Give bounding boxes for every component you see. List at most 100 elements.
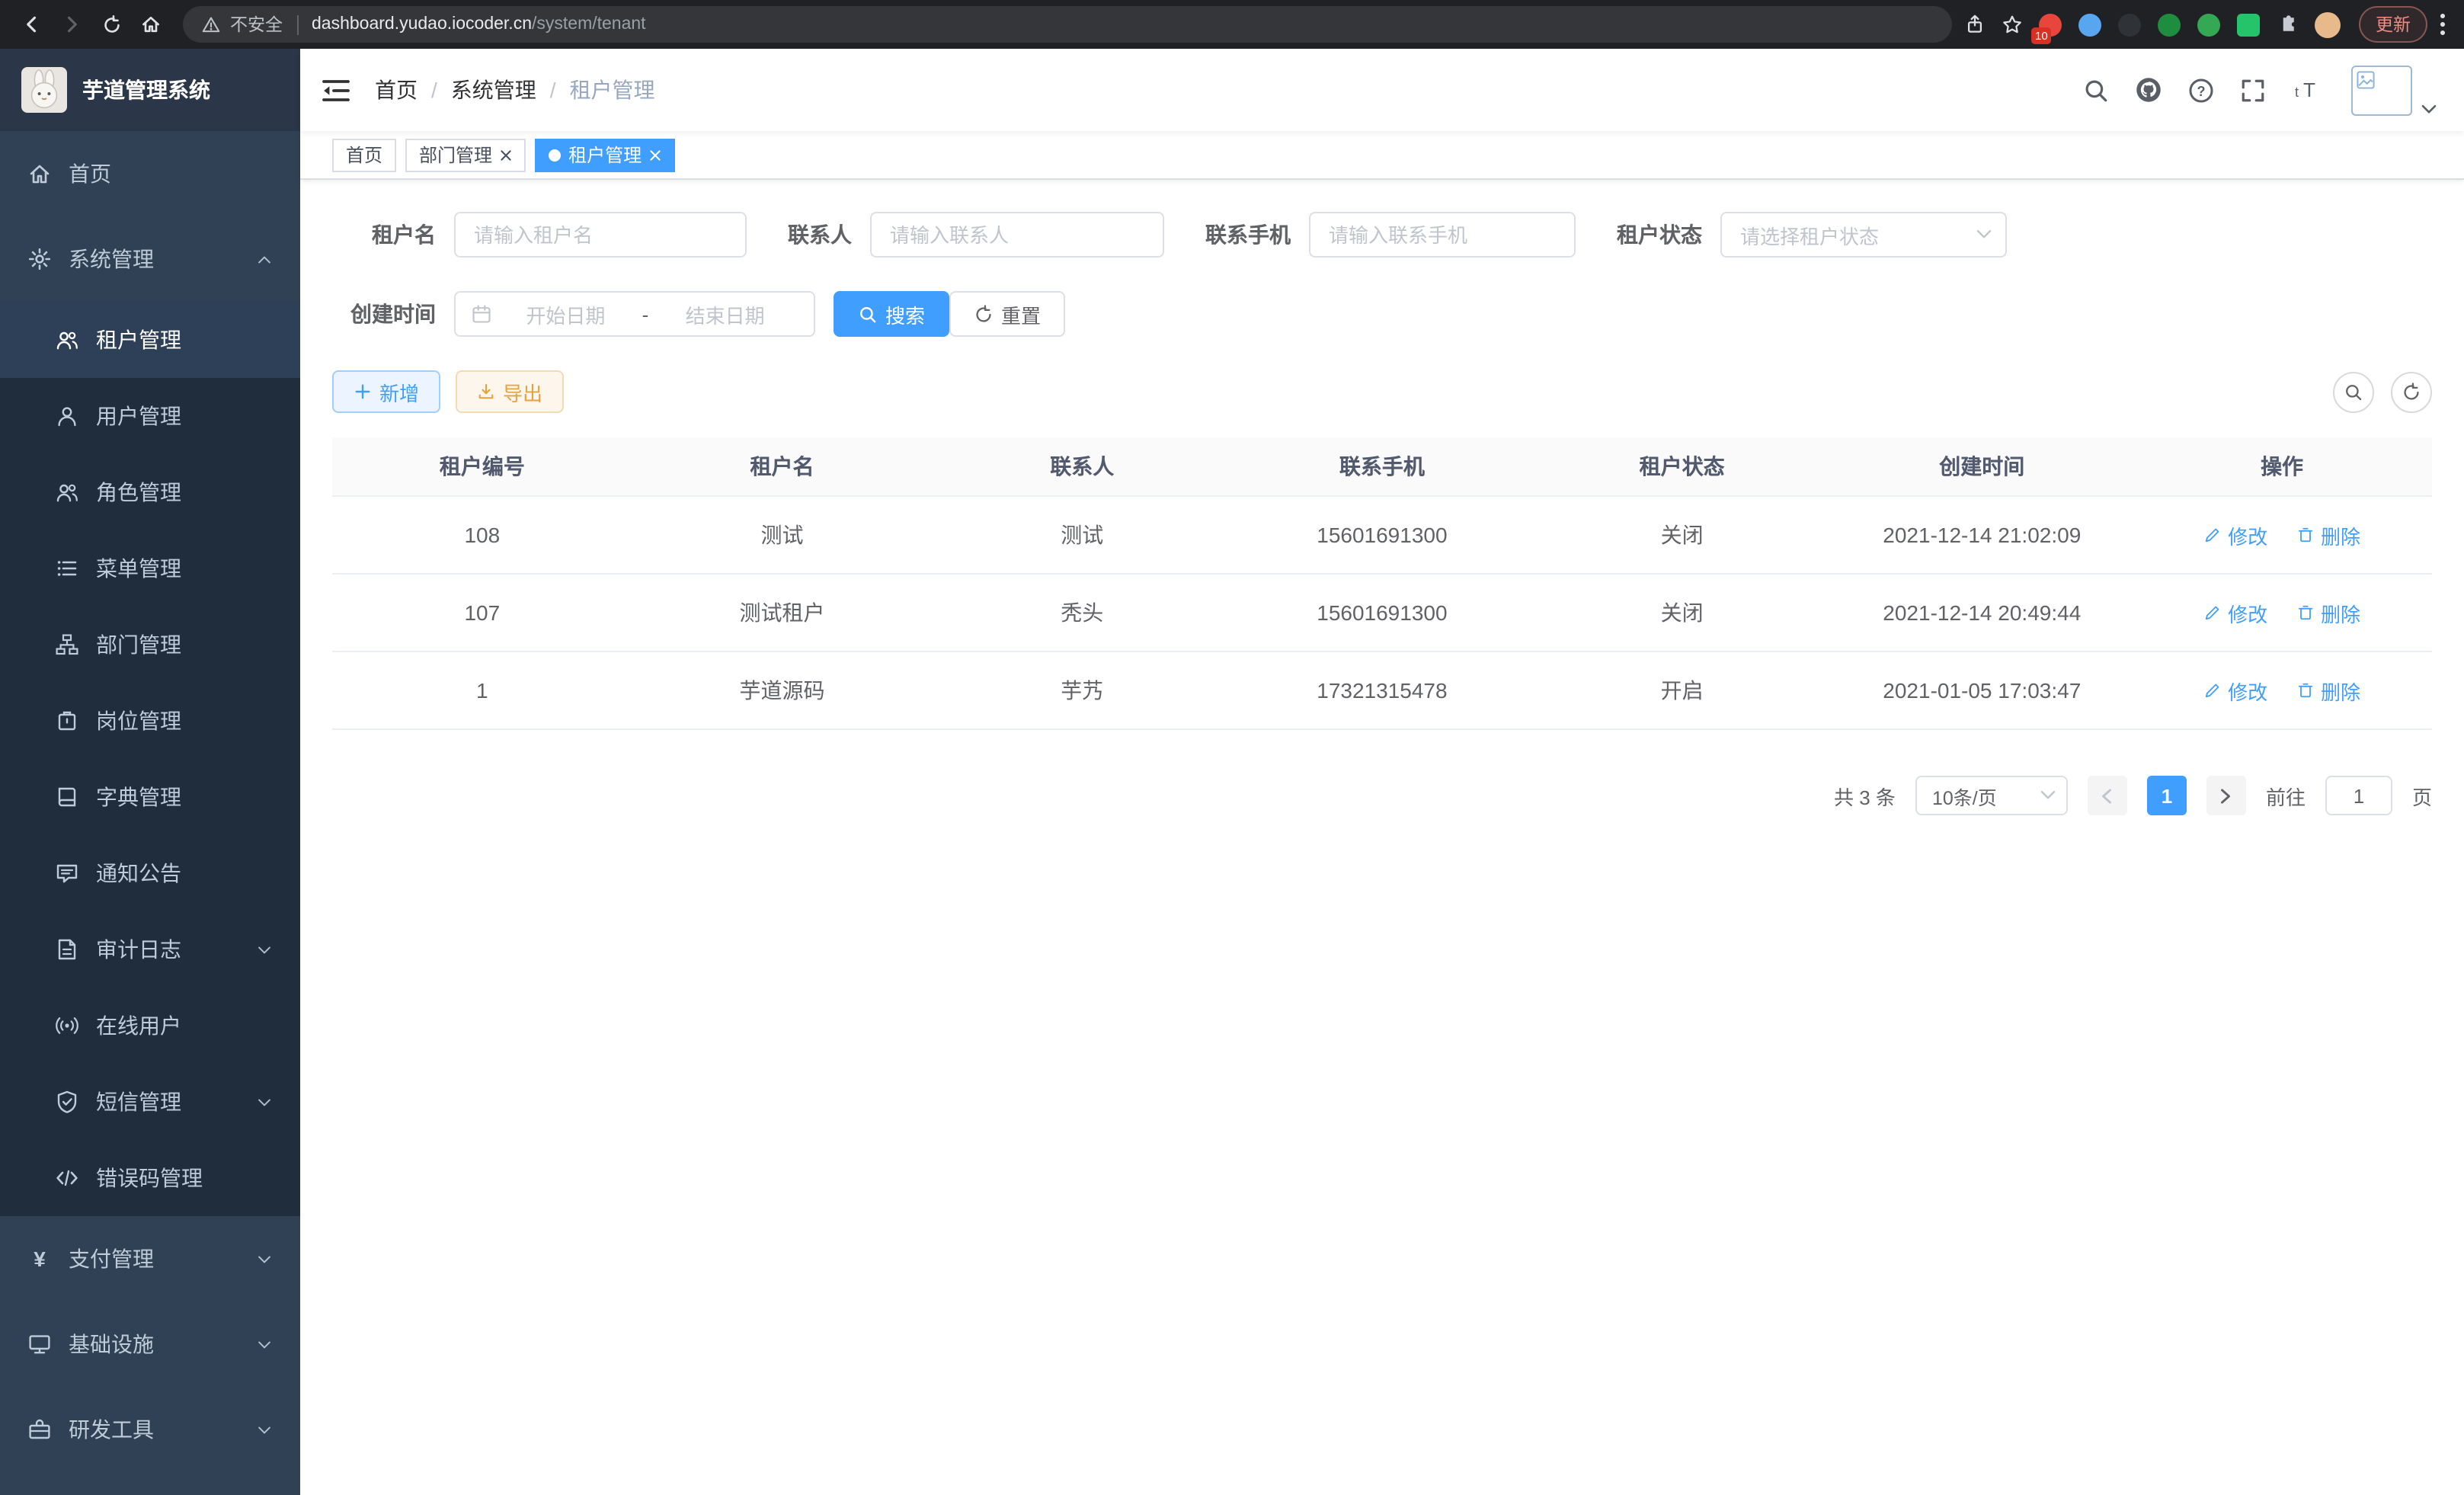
reset-button[interactable]: 重置 <box>949 291 1065 337</box>
sidebar-item-home[interactable]: 首页 <box>0 131 300 216</box>
sidebar-item-label: 错误码管理 <box>96 1163 203 1193</box>
browser-menu-icon[interactable] <box>2434 12 2452 37</box>
export-button[interactable]: 导出 <box>456 370 564 413</box>
page-number-button[interactable]: 1 <box>2147 776 2187 815</box>
edit-button[interactable]: 修改 <box>2203 676 2267 705</box>
sidebar-item-payment[interactable]: ¥ 支付管理 <box>0 1216 300 1301</box>
delete-button[interactable]: 删除 <box>2296 598 2360 627</box>
svg-text:¥: ¥ <box>34 1247 46 1271</box>
profile-avatar[interactable] <box>2315 11 2341 37</box>
tenant-name-input[interactable] <box>454 212 747 258</box>
sidebar-item-label: 通知公告 <box>96 858 181 888</box>
phone-input[interactable] <box>1309 212 1576 258</box>
sidebar-item-user[interactable]: 用户管理 <box>0 378 300 454</box>
browser-forward-button[interactable] <box>52 5 91 44</box>
font-size-icon[interactable]: tT <box>2292 78 2322 102</box>
cell-phone: 15601691300 <box>1232 496 1532 574</box>
svg-text:t: t <box>2295 85 2299 100</box>
address-divider <box>296 14 298 34</box>
cell-name: 测试 <box>632 496 933 574</box>
extension-icon[interactable] <box>2237 13 2260 36</box>
signal-icon <box>55 1013 79 1038</box>
github-icon[interactable] <box>2135 76 2162 104</box>
next-page-button[interactable] <box>2206 776 2246 815</box>
org-tree-icon <box>55 632 79 657</box>
sidebar-item-sms[interactable]: 短信管理 <box>0 1064 300 1140</box>
browser-reload-button[interactable] <box>91 5 131 44</box>
sidebar-item-tenant[interactable]: 租户管理 <box>0 302 300 378</box>
sidebar-item-error-code[interactable]: 错误码管理 <box>0 1140 300 1216</box>
tab-home[interactable]: 首页 <box>332 138 396 171</box>
table-toolbar: 新增 导出 <box>332 370 2432 413</box>
cell-status: 关闭 <box>1532 574 1832 651</box>
sidebar-item-audit-log[interactable]: 审计日志 <box>0 911 300 988</box>
status-select[interactable]: 请选择租户状态 <box>1720 212 2007 258</box>
close-icon[interactable] <box>500 149 512 161</box>
sidebar-collapse-button[interactable] <box>322 77 350 103</box>
sidebar-item-system[interactable]: 系统管理 <box>0 216 300 302</box>
share-icon[interactable] <box>1964 14 1986 35</box>
sidebar-item-dept[interactable]: 部门管理 <box>0 607 300 683</box>
sidebar-item-online-users[interactable]: 在线用户 <box>0 988 300 1064</box>
add-button[interactable]: 新增 <box>332 370 440 413</box>
delete-button[interactable]: 删除 <box>2296 520 2360 549</box>
extension-icon[interactable] <box>2158 13 2181 36</box>
sidebar-item-label: 审计日志 <box>96 934 181 965</box>
breadcrumb-separator: / <box>550 78 556 102</box>
search-toggle-button[interactable] <box>2333 371 2374 412</box>
caret-down-icon <box>2040 789 2056 802</box>
bookmark-star-icon[interactable] <box>2001 13 2024 36</box>
edit-button[interactable]: 修改 <box>2203 520 2267 549</box>
browser-home-button[interactable] <box>131 5 171 44</box>
browser-back-button[interactable] <box>12 5 52 44</box>
extension-icon[interactable] <box>2118 13 2141 36</box>
extension-icon[interactable]: 10 <box>2039 13 2062 36</box>
sidebar-item-role[interactable]: 角色管理 <box>0 454 300 530</box>
date-range-picker[interactable]: 开始日期 - 结束日期 <box>454 291 815 337</box>
cell-id: 108 <box>332 496 632 574</box>
extensions-puzzle-icon[interactable] <box>2277 14 2298 35</box>
sidebar-item-infrastructure[interactable]: 基础设施 <box>0 1301 300 1387</box>
filter-status: 租户状态 请选择租户状态 <box>1617 212 2007 258</box>
delete-button[interactable]: 删除 <box>2296 676 2360 705</box>
goto-page-input[interactable] <box>2325 776 2392 815</box>
badge-icon <box>55 709 79 733</box>
sidebar-item-dev-tools[interactable]: 研发工具 <box>0 1387 300 1472</box>
svg-text:?: ? <box>2197 83 2205 98</box>
avatar <box>2351 65 2412 115</box>
help-icon[interactable]: ? <box>2188 77 2214 103</box>
gear-icon <box>27 247 52 271</box>
app-logo <box>21 67 67 113</box>
edit-button[interactable]: 修改 <box>2203 598 2267 627</box>
extension-icon[interactable] <box>2078 13 2101 36</box>
sidebar-item-dict[interactable]: 字典管理 <box>0 759 300 835</box>
tab-tenant[interactable]: 租户管理 <box>535 138 675 171</box>
browser-update-button[interactable]: 更新 <box>2359 6 2427 43</box>
header-search-icon[interactable] <box>2083 77 2109 103</box>
user-menu[interactable] <box>2351 65 2437 115</box>
sidebar-item-menu[interactable]: 菜单管理 <box>0 530 300 607</box>
extension-icon[interactable] <box>2197 13 2220 36</box>
prev-page-button[interactable] <box>2088 776 2127 815</box>
tab-dept[interactable]: 部门管理 <box>405 138 526 171</box>
close-icon[interactable] <box>649 149 661 161</box>
monitor-icon <box>27 1332 52 1356</box>
fullscreen-icon[interactable] <box>2240 77 2266 103</box>
breadcrumb-home[interactable]: 首页 <box>375 75 418 105</box>
sidebar-item-post[interactable]: 岗位管理 <box>0 683 300 759</box>
filter-tenant-name: 租户名 <box>332 212 747 258</box>
contact-input[interactable] <box>870 212 1164 258</box>
edit-label: 修改 <box>2228 676 2267 705</box>
search-button[interactable]: 搜索 <box>834 291 949 337</box>
refresh-button[interactable] <box>2391 371 2432 412</box>
page-size-select[interactable]: 10条/页 <box>1915 776 2068 815</box>
browser-address-bar[interactable]: 不安全 dashboard.yudao.iocoder.cn /system/t… <box>183 6 1952 43</box>
yen-icon: ¥ <box>27 1247 52 1271</box>
filter-phone: 联系手机 <box>1205 212 1576 258</box>
cell-actions: 修改 删除 <box>2132 496 2432 574</box>
tab-label: 部门管理 <box>419 142 492 168</box>
tenant-table: 租户编号 租户名 联系人 联系手机 租户状态 创建时间 操作 108 测试 <box>332 437 2432 730</box>
breadcrumb-section[interactable]: 系统管理 <box>451 75 536 105</box>
sidebar-item-notice[interactable]: 通知公告 <box>0 835 300 911</box>
tags-view: 首页 部门管理 租户管理 <box>300 131 2464 180</box>
